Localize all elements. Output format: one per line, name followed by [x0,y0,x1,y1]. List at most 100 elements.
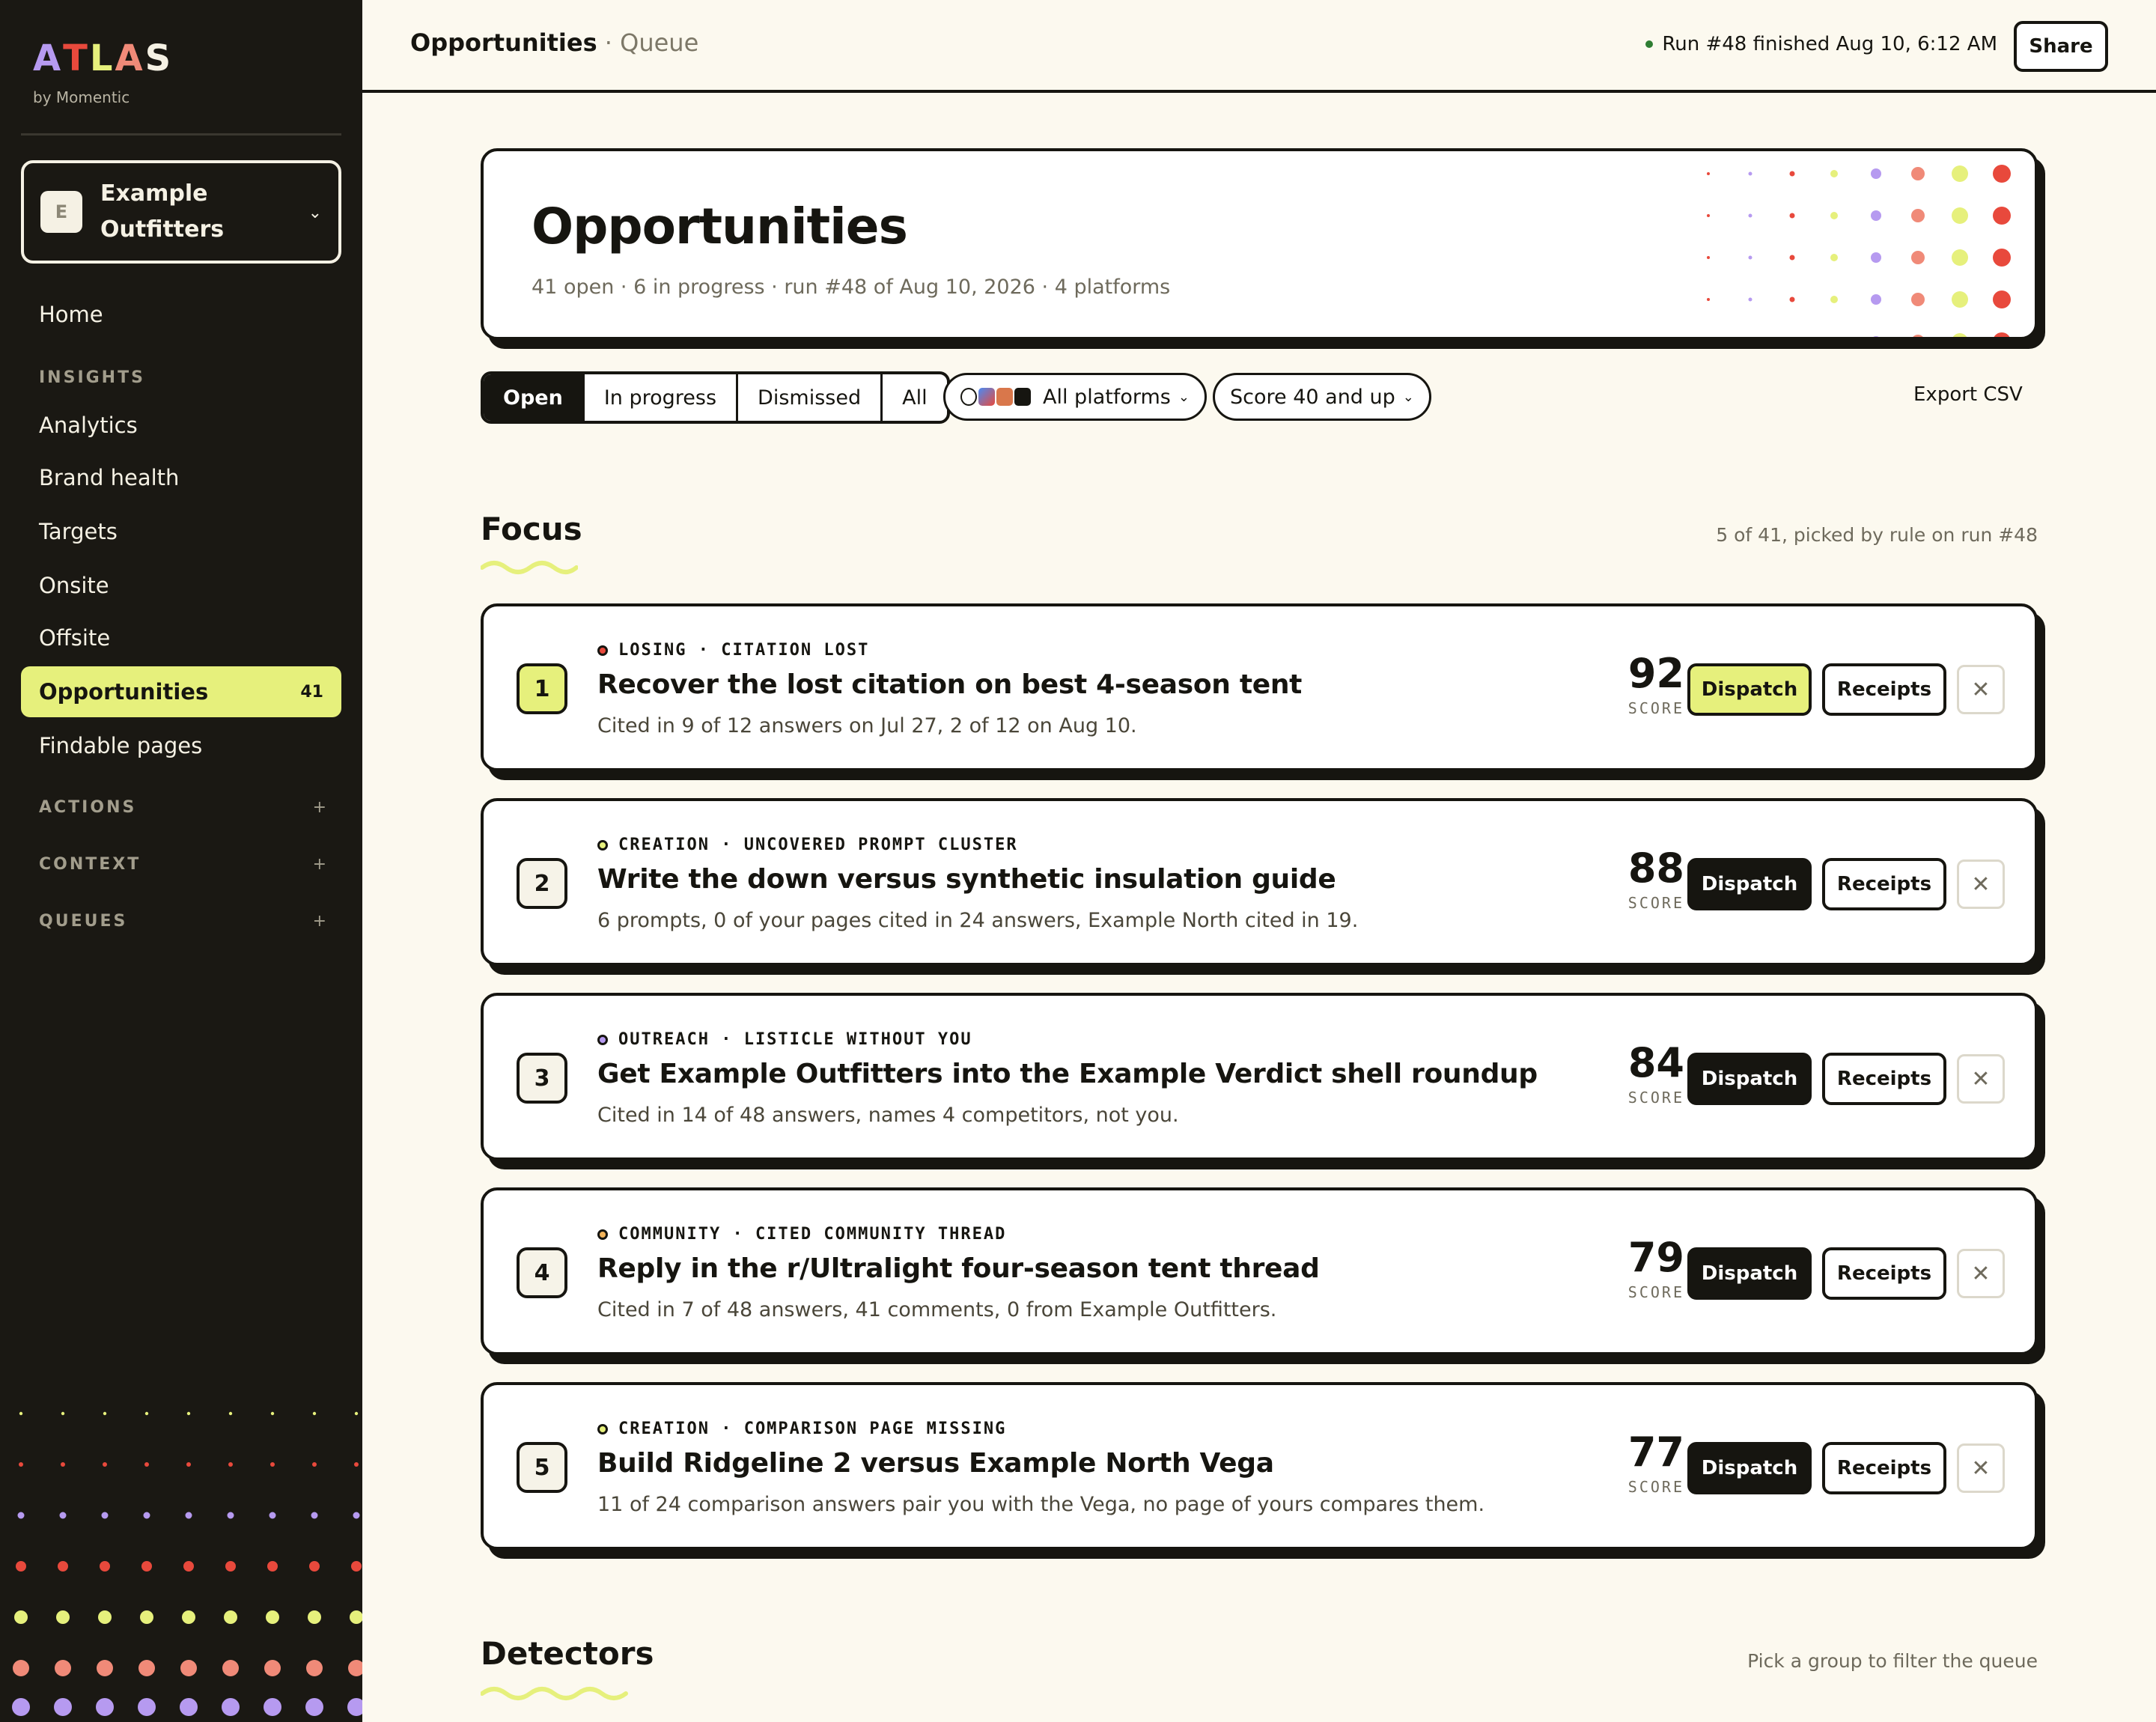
sidebar-item-findable-pages[interactable]: Findable pages [21,720,341,771]
run-status-text: Run #48 finished Aug 10, 6:12 AM [1662,33,1997,55]
dispatch-button[interactable]: Dispatch [1687,1247,1812,1300]
close-icon[interactable]: ✕ [1957,1249,2005,1298]
chevron-down-icon: ⌄ [1178,389,1190,405]
receipts-button[interactable]: Receipts [1822,1053,1946,1105]
receipts-button[interactable]: Receipts [1822,858,1946,910]
opportunity-card[interactable]: 1 LOSING · CITATION LOST Recover the los… [481,603,2038,771]
tab-open[interactable]: Open [484,374,582,421]
org-avatar: E [40,191,82,233]
export-csv-link[interactable]: Export CSV [1913,383,2023,406]
opportunity-card[interactable]: 2 CREATION · UNCOVERED PROMPT CLUSTER Wr… [481,798,2038,966]
org-name: Example Outfitters [100,180,225,243]
plus-icon: + [312,912,326,931]
opportunity-card[interactable]: 5 CREATION · COMPARISON PAGE MISSING Bui… [481,1382,2038,1550]
platform-filter[interactable]: All platforms ⌄ [943,373,1207,421]
run-status: Run #48 finished Aug 10, 6:12 AM [1645,33,1997,55]
detectors-note: Pick a group to filter the queue [1747,1650,2038,1672]
status-tabs: Open In progress Dismissed All [481,371,950,424]
squiggle-underline [481,1687,628,1700]
card-description: Cited in 14 of 48 answers, names 4 compe… [597,1104,1179,1127]
kicker-text: OUTREACH · LISTICLE WITHOUT YOU [618,1030,972,1049]
card-kicker: LOSING · CITATION LOST [597,641,869,660]
card-description: Cited in 9 of 12 answers on Jul 27, 2 of… [597,714,1137,737]
card-kicker: CREATION · UNCOVERED PROMPT CLUSTER [597,836,1018,854]
platform-filter-label: All platforms [1043,385,1171,409]
sidebar-item-home[interactable]: Home [21,289,341,340]
close-icon[interactable]: ✕ [1957,665,2005,714]
sidebar-item-targets[interactable]: Targets [21,506,341,557]
sidebar-item-offsite[interactable]: Offsite [21,612,341,663]
nav-section-queues[interactable]: QUEUES + [39,912,341,931]
section-label: QUEUES [39,912,128,931]
decorative-dot-pattern [1707,165,2011,337]
kicker-text: CREATION · COMPARISON PAGE MISSING [618,1420,1007,1438]
dispatch-button[interactable]: Dispatch [1687,1442,1812,1494]
close-icon[interactable]: ✕ [1957,1054,2005,1104]
score-value: 79 [1627,1234,1684,1281]
card-title[interactable]: Get Example Outfitters into the Example … [597,1059,1538,1089]
dispatch-button[interactable]: Dispatch [1687,663,1812,716]
card-title[interactable]: Reply in the r/Ultralight four-season te… [597,1253,1320,1284]
sidebar-divider [21,133,341,136]
score: 88 SCORE [1592,845,1684,913]
gemini-icon [978,388,995,406]
card-title[interactable]: Build Ridgeline 2 versus Example North V… [597,1448,1274,1479]
opportunity-card[interactable]: 4 COMMUNITY · CITED COMMUNITY THREAD Rep… [481,1187,2038,1355]
close-icon[interactable]: ✕ [1957,1443,2005,1493]
receipts-button[interactable]: Receipts [1822,1247,1946,1300]
tab-in-progress[interactable]: In progress [582,374,736,421]
sidebar: A T L A S by Momentic E Example Outfitte… [0,0,362,1722]
score-value: 88 [1627,845,1684,892]
hero-card: Opportunities 41 open · 6 in progress · … [481,148,2038,340]
logo-letter-l: L [89,37,113,79]
byline: by Momentic [33,88,130,106]
category-dot-icon [597,1229,608,1240]
sidebar-item-label: Findable pages [39,733,203,758]
rank-badge: 1 [517,663,567,714]
focus-note: 5 of 41, picked by rule on run #48 [1716,524,2038,546]
category-dot-icon [597,1034,608,1045]
opportunity-card[interactable]: 3 OUTREACH · LISTICLE WITHOUT YOU Get Ex… [481,993,2038,1160]
kicker-text: COMMUNITY · CITED COMMUNITY THREAD [618,1225,1007,1244]
tab-all[interactable]: All [880,374,946,421]
sidebar-item-opportunities[interactable]: Opportunities 41 [21,666,341,717]
page-title: Opportunities [532,198,908,255]
logo-letter-a: A [33,37,61,79]
breadcrumb-current[interactable]: Opportunities [410,28,597,57]
sidebar-item-onsite[interactable]: Onsite [21,560,341,611]
atlas-logo[interactable]: A T L A S [33,37,171,79]
score-label: SCORE [1627,1478,1684,1496]
claude-icon [996,388,1013,406]
dispatch-button[interactable]: Dispatch [1687,858,1812,910]
score-label: SCORE [1627,1089,1684,1107]
score-filter-label: Score 40 and up [1230,385,1395,409]
card-description: 11 of 24 comparison answers pair you wit… [597,1493,1485,1516]
card-kicker: OUTREACH · LISTICLE WITHOUT YOU [597,1030,972,1049]
section-label: INSIGHTS [39,368,145,387]
close-icon[interactable]: ✕ [1957,860,2005,909]
receipts-button[interactable]: Receipts [1822,1442,1946,1494]
category-dot-icon [597,839,608,851]
plus-icon: + [312,798,326,817]
nav-section-insights: INSIGHTS [39,368,341,387]
card-title[interactable]: Recover the lost citation on best 4-seas… [597,669,1302,700]
logo-letter-t: T [63,37,88,79]
decorative-dot-pattern [12,1411,362,1716]
nav-section-actions[interactable]: ACTIONS + [39,798,341,817]
score: 92 SCORE [1592,651,1684,718]
nav-section-context[interactable]: CONTEXT + [39,855,341,874]
score-value: 77 [1627,1429,1684,1476]
score-label: SCORE [1627,699,1684,717]
card-title[interactable]: Write the down versus synthetic insulati… [597,864,1336,895]
tab-dismissed[interactable]: Dismissed [736,374,880,421]
score-filter[interactable]: Score 40 and up ⌄ [1213,373,1431,421]
breadcrumb: Opportunities · Queue [410,28,698,57]
category-dot-icon [597,1423,608,1435]
share-button[interactable]: Share [2014,21,2108,72]
receipts-button[interactable]: Receipts [1822,663,1946,716]
sidebar-item-brand-health[interactable]: Brand health [21,452,341,503]
org-switcher[interactable]: E Example Outfitters ⌄ [21,160,341,264]
sidebar-item-analytics[interactable]: Analytics [21,400,341,451]
count-badge: 41 [300,682,323,702]
dispatch-button[interactable]: Dispatch [1687,1053,1812,1105]
